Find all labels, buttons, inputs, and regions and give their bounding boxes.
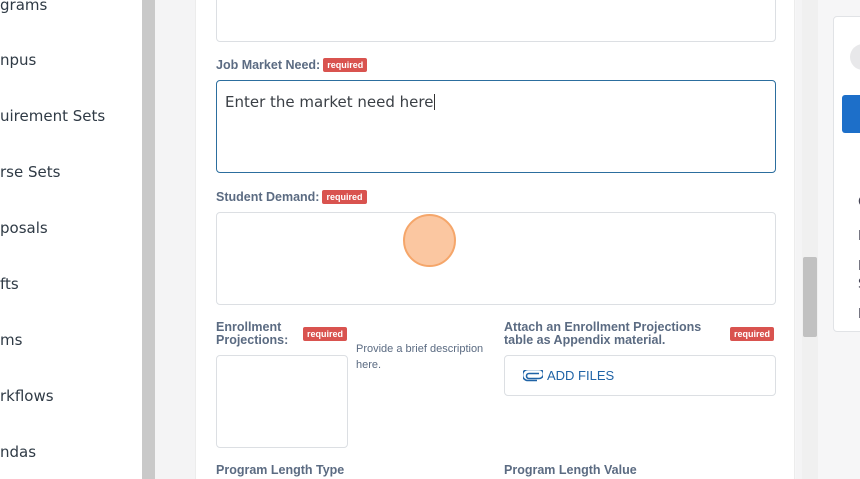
job-market-need-label-text: Job Market Need:	[216, 58, 321, 72]
text-caret	[434, 94, 436, 110]
sidebar-item-drafts[interactable]: fts	[0, 272, 19, 296]
main-scrollbar[interactable]	[802, 0, 818, 479]
add-files-label: ADD FILES	[547, 368, 615, 383]
student-demand-textarea[interactable]	[216, 212, 776, 305]
attach-files-dropzone[interactable]: ADD FILES	[504, 355, 776, 396]
job-market-need-textarea[interactable]: Enter the market need here	[216, 80, 776, 173]
student-demand-label: Student Demand: required	[216, 190, 367, 204]
sidebar-item-programs[interactable]: grams	[0, 0, 47, 17]
required-badge: required	[322, 190, 367, 204]
add-files-button[interactable]: ADD FILES	[523, 368, 614, 383]
attach-enrollment-label: Attach an Enrollment Projections table a…	[504, 320, 702, 347]
enrollment-projections-label: Enrollment Projections:	[216, 320, 289, 347]
job-market-need-label: Job Market Need: required	[216, 58, 368, 72]
required-badge: required	[730, 327, 775, 341]
sidebar-item-requirement-sets[interactable]: uirement Sets	[0, 104, 105, 128]
sidebar-nav: grams npus uirement Sets rse Sets posals…	[0, 0, 142, 479]
sidebar-item-proposals[interactable]: posals	[0, 216, 48, 240]
program-length-value-label: Program Length Value	[504, 463, 637, 477]
program-length-type-label: Program Length Type	[216, 463, 345, 477]
enrollment-projections-textarea[interactable]	[216, 355, 348, 448]
content-gutter	[155, 0, 195, 479]
sidebar-item-workflows[interactable]: rkflows	[0, 384, 54, 408]
proposal-form: Job Market Need: required Enter the marke…	[195, 0, 795, 479]
required-badge: required	[303, 327, 348, 341]
previous-field-textarea[interactable]	[216, 0, 776, 42]
job-market-need-text: Enter the market need here	[225, 93, 434, 111]
student-demand-label-text: Student Demand:	[216, 190, 320, 204]
sidebar-item-items[interactable]: ms	[0, 328, 22, 352]
paperclip-icon	[523, 369, 543, 382]
sidebar-item-course-sets[interactable]: rse Sets	[0, 160, 60, 184]
enrollment-projections-hint: Provide a brief description here.	[356, 343, 484, 371]
job-market-need-value: Enter the market need here	[225, 93, 436, 111]
avatar[interactable]	[850, 44, 860, 70]
side-panel: C I I S I	[833, 16, 860, 332]
required-badge: required	[323, 58, 368, 72]
main-scrollbar-thumb[interactable]	[803, 257, 817, 337]
panel-action-button[interactable]	[842, 95, 860, 133]
sidebar-item-agendas[interactable]: ndas	[0, 440, 36, 464]
sidebar-item-campus[interactable]: npus	[0, 48, 36, 72]
click-indicator	[403, 214, 456, 267]
sidebar-scrollbar[interactable]	[142, 0, 155, 479]
